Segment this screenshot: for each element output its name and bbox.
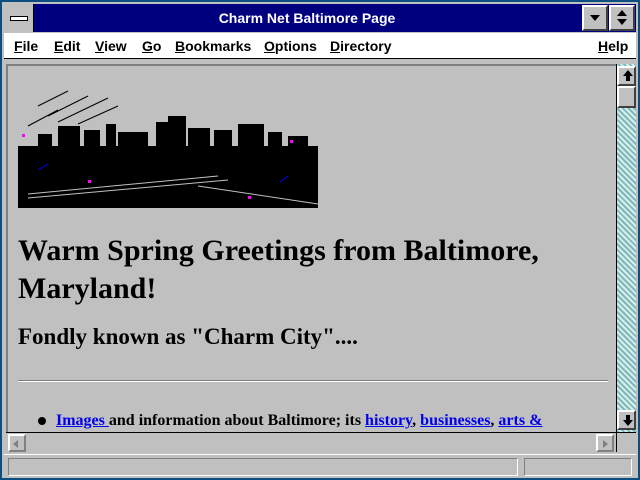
history-link[interactable]: history <box>365 412 412 429</box>
maximize-icon-lower <box>617 19 627 25</box>
status-progress <box>524 458 632 476</box>
scroll-down-button[interactable] <box>617 410 636 430</box>
menu-bar: File Edit View Go Bookmarks Options Dire… <box>4 33 636 59</box>
menu-edit[interactable]: Edit <box>54 38 80 54</box>
scrollbar-corner <box>616 432 636 452</box>
arrow-left-icon <box>13 440 18 448</box>
scroll-right-button[interactable] <box>596 434 614 452</box>
title-bar[interactable]: Charm Net Baltimore Page <box>4 4 636 32</box>
arrow-up-stem <box>626 76 630 81</box>
menu-options[interactable]: Options <box>264 38 317 54</box>
status-message <box>8 458 518 476</box>
scroll-thumb[interactable] <box>617 86 636 108</box>
menu-help[interactable]: Help <box>598 38 628 54</box>
arts-link[interactable]: arts & <box>498 412 542 429</box>
minimize-button[interactable] <box>582 5 608 31</box>
browser-window: Charm Net Baltimore Page File Edit View … <box>0 0 640 480</box>
separator-text: , <box>412 412 421 429</box>
baltimore-skyline-image <box>18 86 318 212</box>
images-link[interactable]: Images <box>56 412 109 429</box>
horizontal-rule <box>18 380 608 382</box>
arrow-right-icon <box>603 440 608 448</box>
menu-bookmarks[interactable]: Bookmarks <box>175 38 251 54</box>
businesses-link[interactable]: businesses <box>420 412 490 429</box>
maximize-button[interactable] <box>609 5 635 31</box>
horizontal-scrollbar[interactable] <box>6 432 616 452</box>
list-item: Images and information about Baltimore; … <box>38 412 542 430</box>
system-menu-icon[interactable] <box>4 4 34 32</box>
menu-directory[interactable]: Directory <box>330 38 391 54</box>
menu-view[interactable]: View <box>95 38 127 54</box>
page-subheading: Fondly known as "Charm City".... <box>18 324 358 349</box>
window-title: Charm Net Baltimore Page <box>218 10 396 26</box>
menu-file[interactable]: File <box>14 38 38 54</box>
list-item-text: and information about Baltimore; its <box>108 412 366 429</box>
scroll-up-button[interactable] <box>617 66 636 86</box>
page-content: Warm Spring Greetings from Baltimore, Ma… <box>6 64 616 432</box>
status-bar <box>4 454 636 478</box>
scroll-left-button[interactable] <box>8 434 26 452</box>
arrow-down-icon <box>623 420 633 426</box>
bullet-icon <box>38 417 46 426</box>
maximize-icon <box>617 10 627 16</box>
page-heading: Warm Spring Greetings from Baltimore, Ma… <box>18 234 539 305</box>
vertical-scrollbar[interactable] <box>616 64 636 432</box>
minimize-icon <box>590 15 600 21</box>
menu-go[interactable]: Go <box>142 38 161 54</box>
